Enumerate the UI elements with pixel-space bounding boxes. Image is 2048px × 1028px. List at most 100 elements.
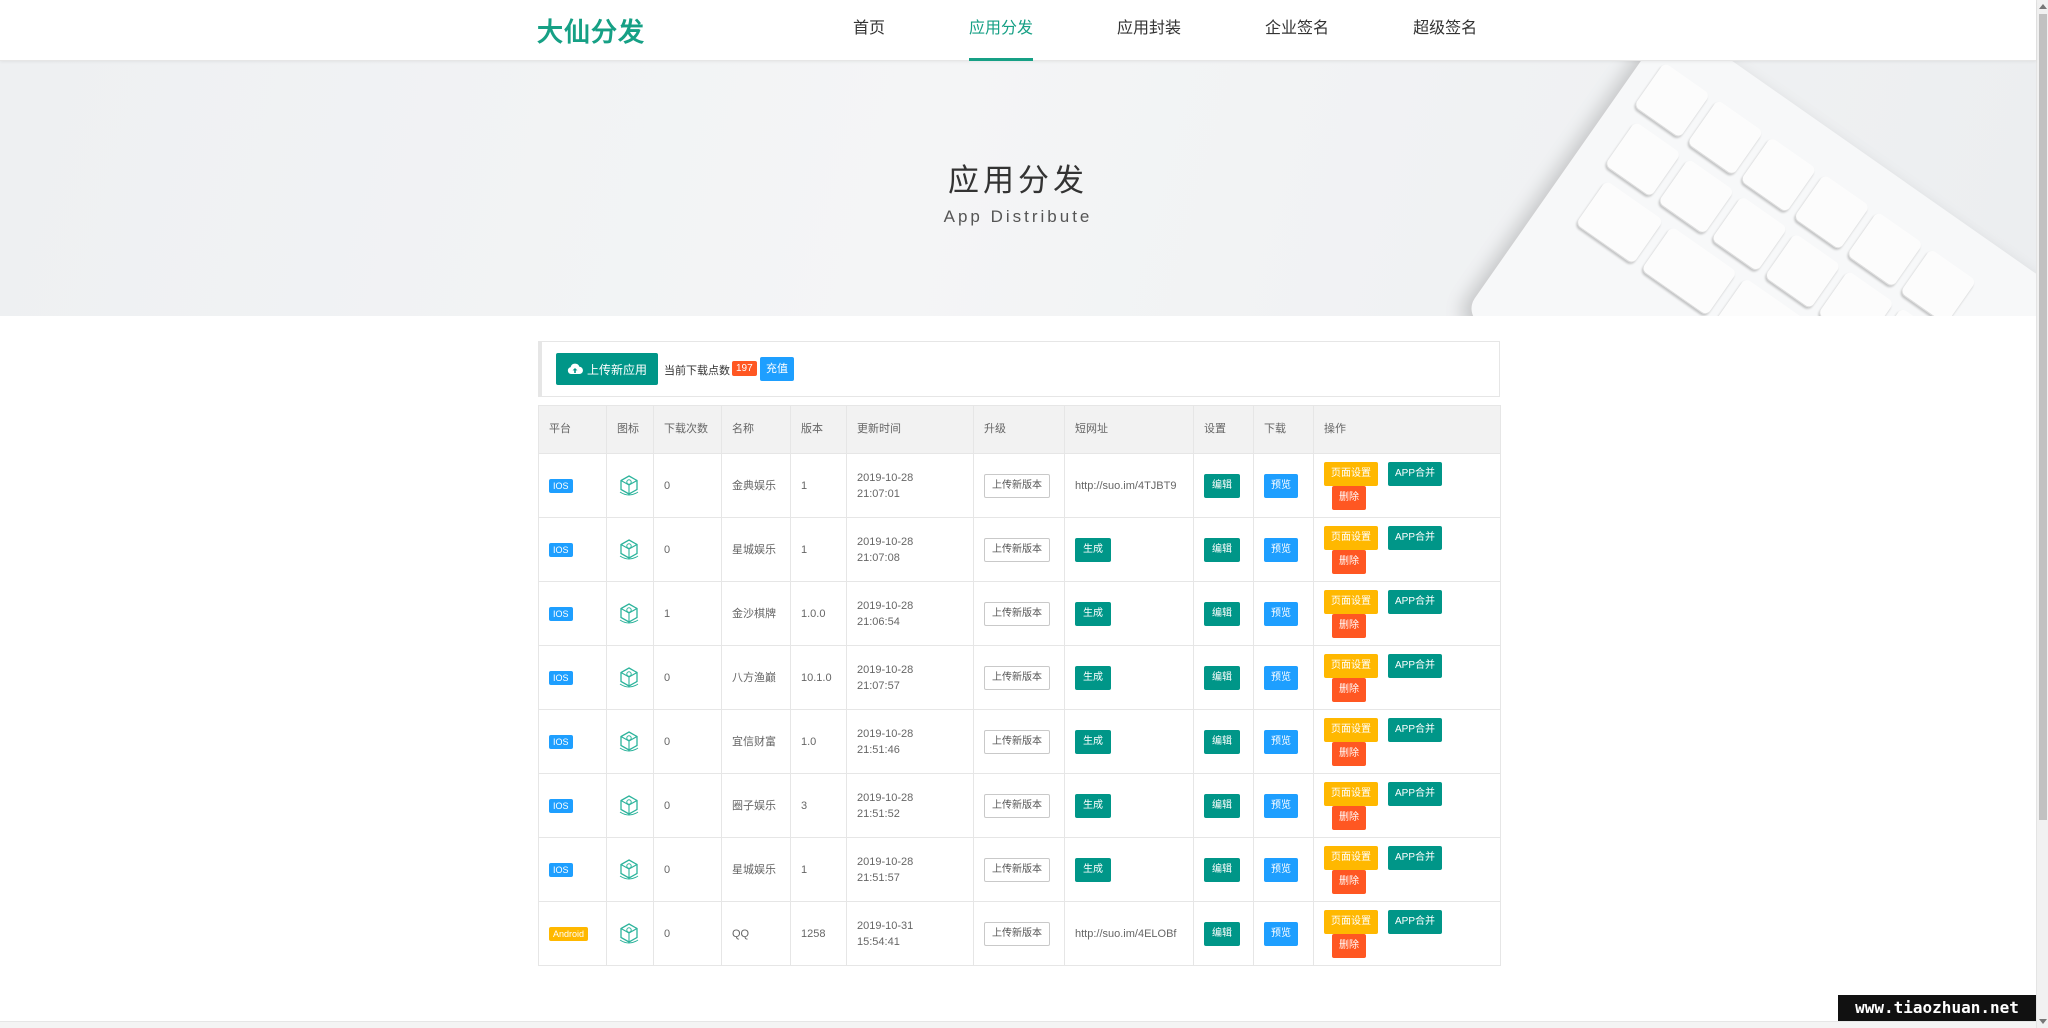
preview-button[interactable]: 预览 bbox=[1264, 729, 1298, 754]
preview-button[interactable]: 预览 bbox=[1264, 665, 1298, 690]
table-row: IOS 0 星城娱乐 1 2019-10-28 21:07:08 上传新版本 生成 编辑 预览 页面… bbox=[538, 517, 1501, 582]
page-settings-button[interactable]: 页面设置 bbox=[1324, 910, 1378, 934]
upload-app-button[interactable]: 上传新应用 bbox=[556, 353, 658, 385]
site-logo[interactable]: 大仙分发 bbox=[537, 12, 645, 49]
delete-button[interactable]: 删除 bbox=[1332, 934, 1366, 958]
app-merge-button[interactable]: APP合并 bbox=[1388, 654, 1442, 678]
delete-button[interactable]: 删除 bbox=[1332, 550, 1366, 574]
page-settings-button[interactable]: 页面设置 bbox=[1324, 590, 1378, 614]
short-url-text[interactable]: http://suo.im/4ELOBf bbox=[1075, 928, 1177, 940]
col-platform: 平台 bbox=[538, 405, 607, 454]
settings-cell: 编辑 bbox=[1193, 709, 1254, 774]
download-cell: 预览 bbox=[1253, 837, 1314, 902]
nav-item-home[interactable]: 首页 bbox=[853, 0, 885, 61]
app-merge-button[interactable]: APP合并 bbox=[1388, 526, 1442, 550]
page-scrollbar[interactable] bbox=[2036, 0, 2048, 1028]
platform-tag: IOS bbox=[549, 862, 573, 877]
upload-new-version-button[interactable]: 上传新版本 bbox=[984, 601, 1050, 626]
updated-date: 2019-10-28 bbox=[857, 535, 914, 548]
scroll-thumb[interactable] bbox=[2039, 14, 2047, 820]
delete-button[interactable]: 删除 bbox=[1332, 486, 1366, 510]
app-merge-button[interactable]: APP合并 bbox=[1388, 718, 1442, 742]
generate-short-url-button[interactable]: 生成 bbox=[1075, 857, 1111, 882]
delete-button[interactable]: 删除 bbox=[1332, 742, 1366, 766]
updated-date: 2019-10-28 bbox=[857, 599, 914, 612]
settings-cell: 编辑 bbox=[1193, 773, 1254, 838]
recharge-button[interactable]: 充值 bbox=[760, 357, 794, 381]
upload-new-version-button[interactable]: 上传新版本 bbox=[984, 921, 1050, 946]
app-placeholder-icon bbox=[617, 922, 643, 946]
delete-button[interactable]: 删除 bbox=[1332, 870, 1366, 894]
app-name-cell: 金沙棋牌 bbox=[721, 581, 791, 646]
nav-item-app-package[interactable]: 应用封装 bbox=[1117, 0, 1181, 61]
delete-button[interactable]: 删除 bbox=[1332, 678, 1366, 702]
edit-button[interactable]: 编辑 bbox=[1204, 793, 1240, 818]
preview-button[interactable]: 预览 bbox=[1264, 473, 1298, 498]
actions-cell: 页面设置 APP合并 删除 bbox=[1313, 837, 1501, 902]
table-row: IOS 1 金沙棋牌 1.0.0 2019-10-28 21:06:54 上传新版本 生成 编辑… bbox=[538, 581, 1501, 646]
nav-item-enterprise-sign[interactable]: 企业签名 bbox=[1265, 0, 1329, 61]
downloads-cell: 0 bbox=[653, 517, 722, 582]
app-merge-button[interactable]: APP合并 bbox=[1388, 910, 1442, 934]
table-row: IOS 0 八方渔巅 10.1.0 2019-10-28 21:07:57 上传新版本 生成 编… bbox=[538, 645, 1501, 710]
edit-button[interactable]: 编辑 bbox=[1204, 537, 1240, 562]
preview-button[interactable]: 预览 bbox=[1264, 601, 1298, 626]
page-settings-button[interactable]: 页面设置 bbox=[1324, 462, 1378, 486]
platform-cell: IOS bbox=[538, 453, 607, 518]
generate-short-url-button[interactable]: 生成 bbox=[1075, 601, 1111, 626]
short-url-text[interactable]: http://suo.im/4TJBT9 bbox=[1075, 480, 1176, 492]
updated-date: 2019-10-31 bbox=[857, 919, 914, 932]
app-merge-button[interactable]: APP合并 bbox=[1388, 782, 1442, 806]
edit-button[interactable]: 编辑 bbox=[1204, 729, 1240, 754]
updated-cell: 2019-10-28 21:07:57 bbox=[846, 645, 974, 710]
page-settings-button[interactable]: 页面设置 bbox=[1324, 846, 1378, 870]
platform-cell: IOS bbox=[538, 645, 607, 710]
watermark: www.tiaozhuan.net bbox=[1838, 995, 2036, 1021]
page-settings-button[interactable]: 页面设置 bbox=[1324, 718, 1378, 742]
cloud-upload-icon bbox=[567, 363, 583, 375]
main-nav: 首页 应用分发 应用封装 企业签名 超级签名 bbox=[820, 0, 1477, 61]
app-merge-button[interactable]: APP合并 bbox=[1388, 590, 1442, 614]
col-upgrade: 升级 bbox=[973, 405, 1065, 454]
edit-button[interactable]: 编辑 bbox=[1204, 601, 1240, 626]
upload-new-version-button[interactable]: 上传新版本 bbox=[984, 857, 1050, 882]
scroll-up-icon[interactable] bbox=[2039, 4, 2047, 9]
short-url-cell: 生成 bbox=[1064, 837, 1194, 902]
delete-button[interactable]: 删除 bbox=[1332, 806, 1366, 830]
preview-button[interactable]: 预览 bbox=[1264, 793, 1298, 818]
actions-cell: 页面设置 APP合并 删除 bbox=[1313, 709, 1501, 774]
delete-button[interactable]: 删除 bbox=[1332, 614, 1366, 638]
upload-new-version-button[interactable]: 上传新版本 bbox=[984, 473, 1050, 498]
edit-button[interactable]: 编辑 bbox=[1204, 665, 1240, 690]
edit-button[interactable]: 编辑 bbox=[1204, 473, 1240, 498]
preview-button[interactable]: 预览 bbox=[1264, 921, 1298, 946]
generate-short-url-button[interactable]: 生成 bbox=[1075, 793, 1111, 818]
upload-new-version-button[interactable]: 上传新版本 bbox=[984, 729, 1050, 754]
settings-cell: 编辑 bbox=[1193, 581, 1254, 646]
nav-item-app-distribute[interactable]: 应用分发 bbox=[969, 0, 1034, 61]
edit-button[interactable]: 编辑 bbox=[1204, 857, 1240, 882]
nav-item-super-sign[interactable]: 超级签名 bbox=[1413, 0, 1477, 61]
edit-button[interactable]: 编辑 bbox=[1204, 921, 1240, 946]
upload-new-version-button[interactable]: 上传新版本 bbox=[984, 793, 1050, 818]
short-url-cell: 生成 bbox=[1064, 517, 1194, 582]
updated-time: 21:51:46 bbox=[857, 743, 900, 756]
page-settings-button[interactable]: 页面设置 bbox=[1324, 526, 1378, 550]
download-cell: 预览 bbox=[1253, 901, 1314, 966]
scroll-down-icon[interactable] bbox=[2039, 1019, 2047, 1024]
app-merge-button[interactable]: APP合并 bbox=[1388, 462, 1442, 486]
generate-short-url-button[interactable]: 生成 bbox=[1075, 729, 1111, 754]
download-cell: 预览 bbox=[1253, 773, 1314, 838]
page-settings-button[interactable]: 页面设置 bbox=[1324, 782, 1378, 806]
app-icon-cell bbox=[606, 709, 654, 774]
preview-button[interactable]: 预览 bbox=[1264, 537, 1298, 562]
app-merge-button[interactable]: APP合并 bbox=[1388, 846, 1442, 870]
generate-short-url-button[interactable]: 生成 bbox=[1075, 665, 1111, 690]
settings-cell: 编辑 bbox=[1193, 645, 1254, 710]
upload-new-version-button[interactable]: 上传新版本 bbox=[984, 665, 1050, 690]
upgrade-cell: 上传新版本 bbox=[973, 901, 1065, 966]
upload-new-version-button[interactable]: 上传新版本 bbox=[984, 537, 1050, 562]
preview-button[interactable]: 预览 bbox=[1264, 857, 1298, 882]
page-settings-button[interactable]: 页面设置 bbox=[1324, 654, 1378, 678]
generate-short-url-button[interactable]: 生成 bbox=[1075, 537, 1111, 562]
